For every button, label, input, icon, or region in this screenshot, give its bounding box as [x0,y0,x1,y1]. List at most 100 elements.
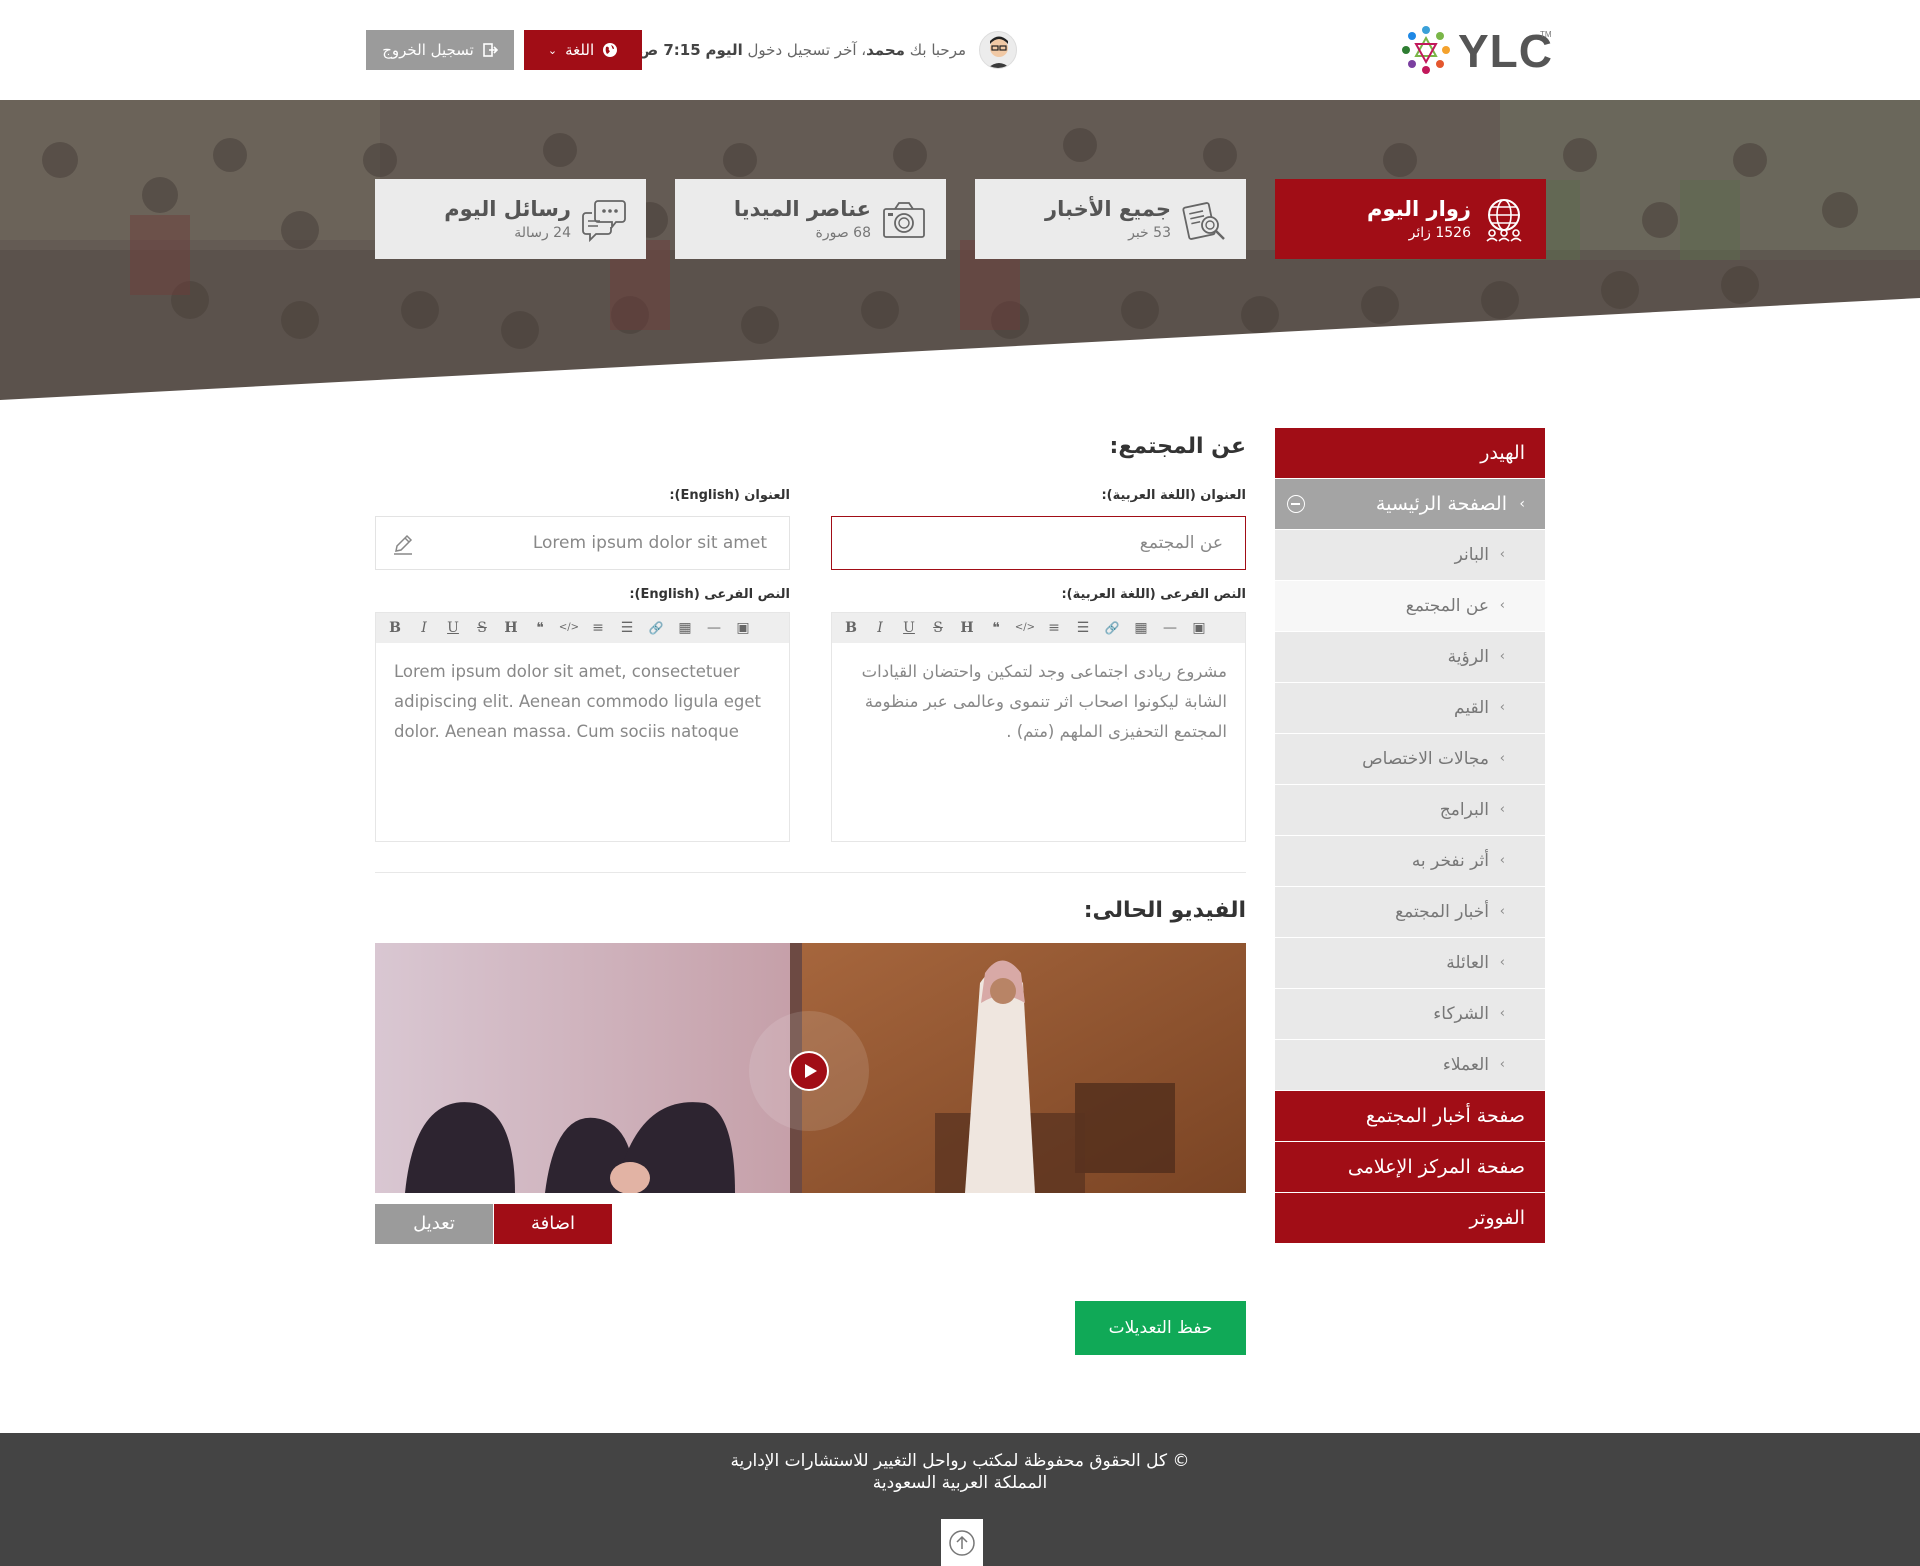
stat-card-media[interactable]: عناصر الميديا 68 صورة [675,179,946,259]
strikethrough-button[interactable]: S [469,615,495,641]
section-title: عن المجتمع: [1109,434,1246,459]
sidebar-subitem-clients[interactable]: › العملاء [1275,1040,1545,1090]
add-video-button[interactable]: اضافة [494,1204,612,1244]
ylc-logo[interactable]: YLC TM [1398,22,1552,78]
edit-video-button[interactable]: تعديل [375,1204,493,1244]
heading-button[interactable]: H [954,615,980,641]
chevron-right-icon: › [1499,751,1505,766]
sub-en-label: النص الفرعى (English): [629,587,790,602]
play-icon[interactable] [789,1051,829,1091]
sidebar-item-header[interactable]: الهيدر [1275,428,1545,478]
bold-button[interactable]: B [382,615,408,641]
footer-country: المملكة العربية السعودية [872,1473,1048,1493]
current-video-thumbnail[interactable] [375,943,1246,1193]
unordered-list-button[interactable]: ☰ [1070,615,1096,641]
italic-button[interactable]: I [411,615,437,641]
sidebar-subitem-impact[interactable]: › أثر نفخر به [1275,836,1545,886]
top-header: YLC TM مرحبا بك محمد، آخر تسجيل دخول الي… [0,0,1920,100]
strikethrough-button[interactable]: S [925,615,951,641]
sidebar-subitem-label: القيم [1454,698,1489,718]
title-en-label: العنوان (English): [669,488,790,503]
link-button[interactable]: 🔗 [643,615,669,641]
sub-ar-text[interactable]: مشروع ريادى اجتماعى وجد لتمكين واحتضان ا… [832,643,1245,761]
sidebar-subitem-label: العائلة [1446,953,1489,973]
code-button[interactable]: </> [1012,615,1038,641]
image-button[interactable]: ▣ [730,615,756,641]
chevron-right-icon: › [1499,802,1505,817]
sidebar-subitem-family[interactable]: › العائلة [1275,938,1545,988]
sub-en-editor[interactable]: B I U S H ❝ </> ≡ ☰ 🔗 ▦ — ▣ Lorem ipsum … [375,612,790,842]
link-button[interactable]: 🔗 [1099,615,1125,641]
ordered-list-button[interactable]: ≡ [1041,615,1067,641]
unordered-list-button[interactable]: ☰ [614,615,640,641]
sidebar-subitem-banner[interactable]: › البانر [1275,530,1545,580]
sidebar-subitem-about[interactable]: › عن المجتمع [1275,581,1545,631]
chevron-right-icon: › [1499,1006,1505,1021]
sidebar-subitem-label: البرامج [1439,800,1489,820]
sidebar-subitem-community-news[interactable]: › أخبار المجتمع [1275,887,1545,937]
pencil-icon [394,534,413,555]
logout-button[interactable]: تسجيل الخروج [366,30,514,70]
stat-count: 24 رسالة [514,225,571,241]
scroll-to-top-button[interactable] [941,1519,983,1566]
camera-icon [883,202,925,238]
sidebar-item-media-center-page[interactable]: صفحة المركز الإعلامى [1275,1142,1545,1192]
last-login-label: ، آخر تسجيل دخول [747,41,867,59]
sidebar-subitem-values[interactable]: › القيم [1275,683,1545,733]
sidebar-subitem-label: الرؤية [1447,647,1489,667]
sidebar-subitem-label: أثر نفخر به [1411,851,1489,871]
language-label: اللغة [565,41,595,59]
quote-button[interactable]: ❝ [983,615,1009,641]
underline-button[interactable]: U [440,615,466,641]
chevron-down-icon: ⌄ [547,43,558,57]
chevron-right-icon: › [1519,496,1525,512]
sidebar-subitem-programs[interactable]: › البرامج [1275,785,1545,835]
italic-button[interactable]: I [867,615,893,641]
underline-button[interactable]: U [896,615,922,641]
stat-title: رسائل اليوم [444,197,571,221]
save-changes-button[interactable]: حفظ التعديلات [1075,1301,1246,1355]
sub-ar-editor[interactable]: B I U S H ❝ </> ≡ ☰ 🔗 ▦ — ▣ مشروع ريادى … [831,612,1246,842]
horizontal-rule-button[interactable]: — [1157,615,1183,641]
chevron-right-icon: › [1499,649,1505,664]
image-button[interactable]: ▣ [1186,615,1212,641]
user-avatar[interactable] [979,31,1017,69]
editor-toolbar: B I U S H ❝ </> ≡ ☰ 🔗 ▦ — ▣ [376,613,789,643]
logo-mark-icon [1402,26,1450,74]
stat-card-news[interactable]: جميع الأخبار 53 خبر [975,179,1246,259]
sidebar-item-footer[interactable]: الفووتر [1275,1193,1545,1243]
bold-button[interactable]: B [838,615,864,641]
news-search-icon [1182,202,1225,240]
arrow-up-icon [949,1530,975,1556]
collapse-icon[interactable] [1287,495,1305,513]
table-button[interactable]: ▦ [672,615,698,641]
heading-button[interactable]: H [498,615,524,641]
section-divider [375,872,1246,873]
sidebar-subitem-partners[interactable]: › الشركاء [1275,989,1545,1039]
chat-bubbles-icon [582,200,626,243]
sidebar-subitem-specialties[interactable]: › مجالات الاختصاص [1275,734,1545,784]
sidebar-subitem-label: البانر [1454,545,1489,565]
hero-diagonal-cut [0,298,1920,400]
code-button[interactable]: </> [556,615,582,641]
sidebar-item-community-news-page[interactable]: صفحة أخبار المجتمع [1275,1091,1545,1141]
sidebar-subitem-label: الشركاء [1433,1004,1489,1024]
title-ar-input[interactable]: عن المجتمع [831,516,1246,570]
sub-ar-label: النص الفرعى (اللغة العربية): [1061,587,1246,602]
stat-card-messages[interactable]: رسائل اليوم 24 رسالة [375,179,646,259]
ordered-list-button[interactable]: ≡ [585,615,611,641]
sub-en-text[interactable]: Lorem ipsum dolor sit amet, consectetuer… [376,643,789,761]
sidebar-subitem-vision[interactable]: › الرؤية [1275,632,1545,682]
quote-button[interactable]: ❝ [527,615,553,641]
sidebar-item-home[interactable]: › الصفحة الرئيسية [1275,479,1545,529]
page-footer: © كل الحقوق محفوظة لمكتب رواحل التغيير ل… [0,1433,1920,1566]
title-en-input[interactable]: Lorem ipsum dolor sit amet [375,516,790,570]
logout-label: تسجيل الخروج [382,41,474,59]
language-dropdown-button[interactable]: اللغة ⌄ [524,30,642,70]
sidebar-subitem-label: أخبار المجتمع [1395,902,1489,922]
table-button[interactable]: ▦ [1128,615,1154,641]
stat-count: 68 صورة [815,225,872,241]
video-title: الفيديو الحالى: [1083,898,1246,923]
horizontal-rule-button[interactable]: — [701,615,727,641]
stat-card-visitors[interactable]: زوار اليوم 1526 زائر [1275,179,1546,259]
